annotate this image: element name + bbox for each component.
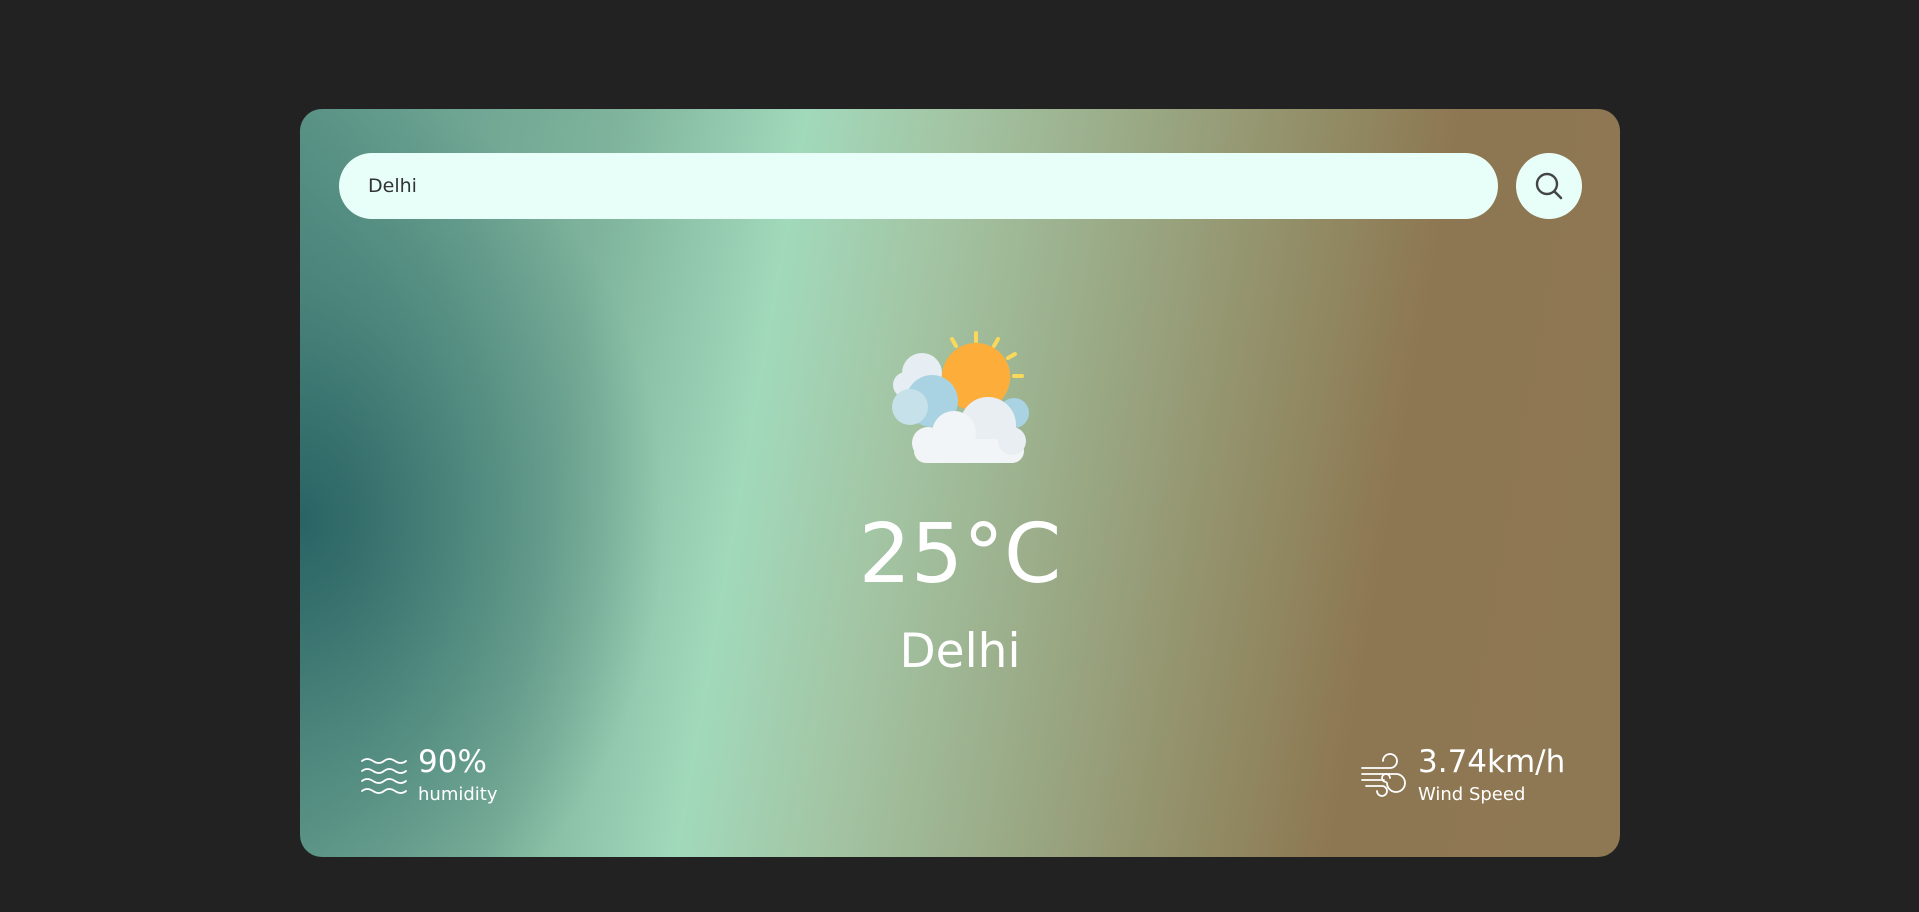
weather-card: 25°C Delhi 90% humidity 3 xyxy=(300,109,1620,857)
partly-cloudy-icon xyxy=(892,331,1029,463)
search-bar xyxy=(339,153,1498,219)
wind-value: 3.74km/h xyxy=(1418,744,1566,780)
waves-icon xyxy=(361,757,407,794)
wind-icon xyxy=(1361,752,1406,797)
wind-label: Wind Speed xyxy=(1418,784,1526,805)
humidity-text: 90% humidity xyxy=(418,747,498,804)
humidity-stat: 90% humidity xyxy=(360,747,498,804)
search-button[interactable] xyxy=(1516,153,1582,219)
temperature: 25°C xyxy=(858,507,1062,602)
humidity-value: 90% xyxy=(418,744,487,780)
search-icon xyxy=(1535,172,1563,200)
wind-stat: 3.74km/h Wind Speed xyxy=(1360,747,1565,804)
wind-text: 3.74km/h Wind Speed xyxy=(1418,747,1565,804)
search-input[interactable] xyxy=(366,174,1498,198)
humidity-label: humidity xyxy=(418,784,498,805)
city-name: Delhi xyxy=(899,624,1021,679)
